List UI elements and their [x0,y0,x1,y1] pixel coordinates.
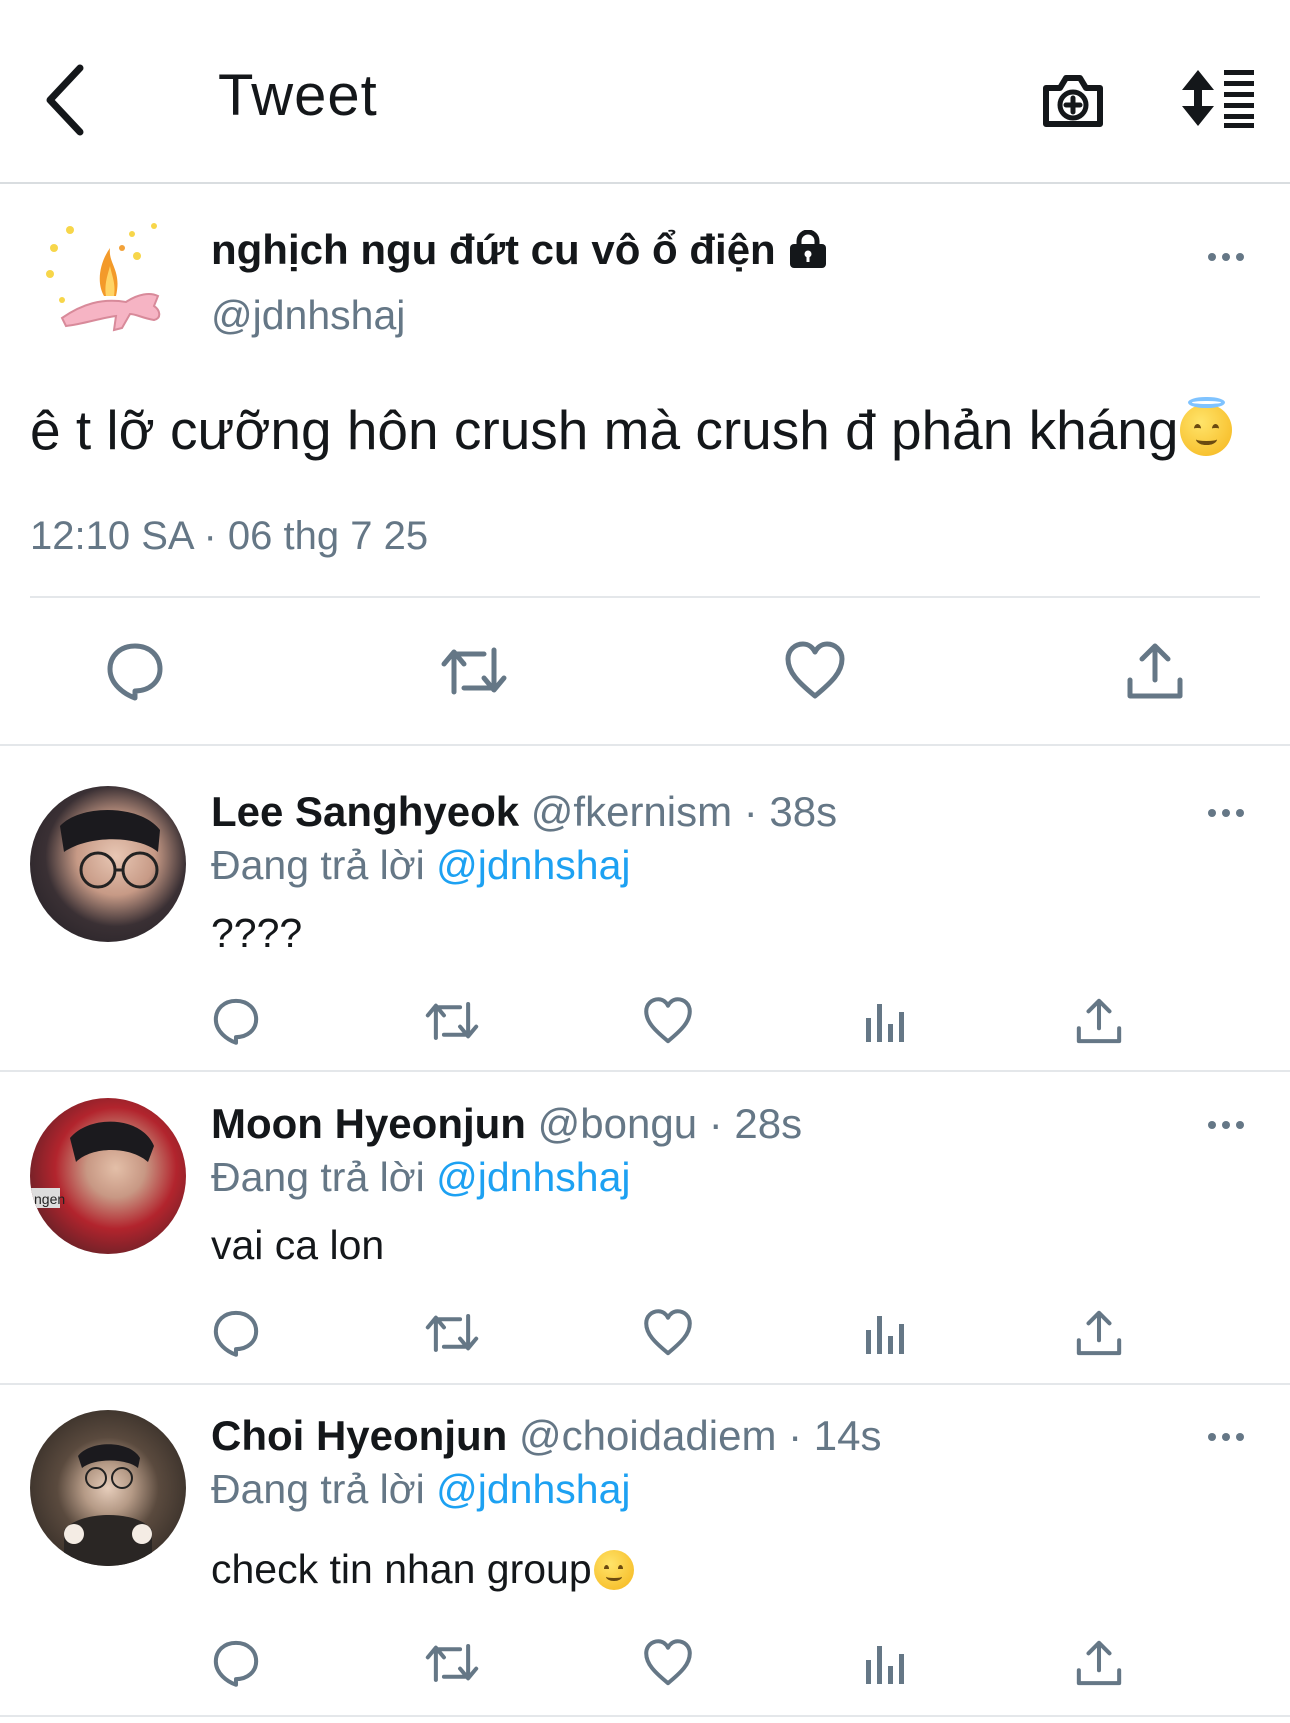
retweet-icon[interactable] [424,1308,479,1358]
reply-text: check tin nhan group [211,1546,634,1593]
camera-plus-icon[interactable] [1040,68,1106,132]
author-name-row: nghịch ngu đứt cu vô ổ điện [211,226,828,274]
replying-to-link[interactable]: @jdnhshaj [436,1154,630,1200]
reply-author-handle[interactable]: @choidadiem · 14s [519,1412,881,1459]
more-options-icon[interactable] [1206,244,1246,270]
tweet-text: ê t lỡ cưỡng hôn crush mà crush đ phản k… [30,399,1179,461]
reply-icon[interactable] [211,1308,261,1358]
svg-text:ngen: ngen [34,1191,65,1207]
like-icon[interactable] [643,1308,693,1358]
reply-icon[interactable] [211,1638,261,1688]
reply-text-content: vai ca lon [211,1222,385,1268]
share-icon[interactable] [1074,1308,1124,1358]
reply-header: Moon Hyeonjun @bongu · 28s [211,1100,802,1148]
retweet-icon[interactable] [440,640,507,702]
stats-icon[interactable] [860,1308,910,1358]
reply-author-handle[interactable]: @fkernism · 38s [531,788,837,835]
author-display-name[interactable]: nghịch ngu đứt cu vô ổ điện [211,226,776,274]
tweet-timestamp: 12:10 SA · 06 thg 7 25 [30,514,429,558]
replying-to-label: Đang trả lời [211,842,437,888]
reply-author-name[interactable]: Lee Sanghyeok [211,788,519,835]
stats-icon[interactable] [860,996,910,1046]
page-title: Tweet [218,63,378,128]
avatar[interactable] [42,218,178,354]
top-bar: Tweet [0,0,1290,184]
reply-icon[interactable] [104,640,166,702]
replying-to: Đang trả lời @jdnhshaj [211,842,631,889]
smiling-face-with-halo-icon [1180,396,1233,456]
slightly-smiling-face-icon [593,1549,634,1590]
divider [30,596,1260,598]
author-handle[interactable]: @jdnhshaj [211,292,405,339]
reply-text-content: ???? [211,910,303,956]
retweet-icon[interactable] [424,1638,479,1688]
retweet-icon[interactable] [424,996,479,1046]
reply-header: Lee Sanghyeok @fkernism · 38s [211,788,837,836]
replying-to-label: Đang trả lời [211,1154,437,1200]
stats-icon[interactable] [860,1638,910,1688]
like-icon[interactable] [784,640,846,702]
reply-author-name[interactable]: Choi Hyeonjun [211,1412,507,1459]
reply-text: ???? [211,910,302,957]
reply-header: Choi Hyeonjun @choidadiem · 14s [211,1412,881,1460]
reply-text-content: check tin nhan group [211,1546,592,1592]
reply-icon[interactable] [211,996,261,1046]
like-icon[interactable] [643,1638,693,1688]
share-icon[interactable] [1074,996,1124,1046]
more-options-icon[interactable] [1206,800,1246,826]
avatar[interactable] [30,786,186,942]
share-icon[interactable] [1124,640,1186,702]
replying-to-link[interactable]: @jdnhshaj [436,1466,630,1512]
avatar[interactable] [30,1410,186,1566]
more-options-icon[interactable] [1206,1112,1246,1138]
tweet-text-row: ê t lỡ cưỡng hôn crush mà crush đ phản k… [30,396,1233,462]
reply-text: vai ca lon [211,1222,384,1269]
replying-to: Đang trả lời @jdnhshaj [211,1154,631,1201]
share-icon[interactable] [1074,1638,1124,1688]
replying-to: Đang trả lời @jdnhshaj [211,1466,631,1513]
replying-to-link[interactable]: @jdnhshaj [436,842,630,888]
back-chevron-icon[interactable] [40,60,96,140]
like-icon[interactable] [643,996,693,1046]
lock-icon [788,230,828,270]
sort-list-icon[interactable] [1178,68,1256,128]
replying-to-label: Đang trả lời [211,1466,437,1512]
avatar[interactable]: ngen [30,1098,186,1254]
reply-author-handle[interactable]: @bongu · 28s [538,1100,802,1147]
reply-author-name[interactable]: Moon Hyeonjun [211,1100,526,1147]
more-options-icon[interactable] [1206,1424,1246,1450]
